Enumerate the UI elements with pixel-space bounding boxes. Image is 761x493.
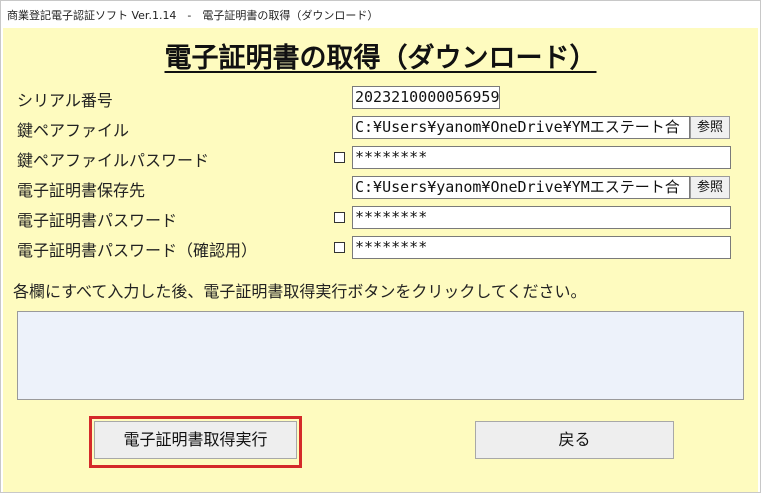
cert-password-show-checkbox[interactable] bbox=[334, 212, 345, 223]
cert-password-confirm-field[interactable]: ******** bbox=[352, 236, 731, 259]
keypair-password-show-checkbox[interactable] bbox=[334, 152, 345, 163]
instruction-text: 各欄にすべて入力した後、電子証明書取得実行ボタンをクリックしてください。 bbox=[13, 282, 587, 301]
serial-number-field[interactable]: 2023210000056959 bbox=[352, 86, 500, 109]
keypair-password-field[interactable]: ******** bbox=[352, 146, 731, 169]
message-area[interactable] bbox=[17, 311, 744, 400]
keypair-file-browse-button[interactable]: 参照 bbox=[690, 116, 730, 139]
keypair-password-label: 鍵ペアファイルパスワード bbox=[17, 151, 210, 170]
back-button[interactable]: 戻る bbox=[475, 421, 674, 459]
cert-save-dest-label: 電子証明書保存先 bbox=[17, 181, 146, 200]
cert-save-dest-path-field[interactable]: C:¥Users¥yanom¥OneDrive¥YMエステート合 bbox=[352, 176, 690, 199]
page-title: 電子証明書の取得（ダウンロード） bbox=[3, 36, 758, 75]
cert-password-field[interactable]: ******** bbox=[352, 206, 731, 229]
serial-number-label: シリアル番号 bbox=[17, 91, 113, 110]
app-window: 商業登記電子認証ソフト Ver.1.14 - 電子証明書の取得（ダウンロード） … bbox=[0, 0, 761, 493]
client-area: 電子証明書の取得（ダウンロード） シリアル番号 2023210000056959… bbox=[3, 28, 758, 492]
cert-password-confirm-show-checkbox[interactable] bbox=[334, 242, 345, 253]
page-title-text: 電子証明書の取得（ダウンロード） bbox=[164, 43, 597, 74]
title-bar[interactable]: 商業登記電子認証ソフト Ver.1.14 - 電子証明書の取得（ダウンロード） bbox=[1, 1, 760, 28]
cert-save-dest-browse-button[interactable]: 参照 bbox=[690, 176, 730, 199]
cert-password-confirm-label: 電子証明書パスワード（確認用） bbox=[17, 241, 258, 260]
keypair-file-path-field[interactable]: C:¥Users¥yanom¥OneDrive¥YMエステート合 bbox=[352, 116, 690, 139]
execute-download-button[interactable]: 電子証明書取得実行 bbox=[94, 421, 297, 459]
cert-password-label: 電子証明書パスワード bbox=[17, 211, 178, 230]
window-title: 商業登記電子認証ソフト Ver.1.14 - 電子証明書の取得（ダウンロード） bbox=[7, 8, 379, 22]
keypair-file-label: 鍵ペアファイル bbox=[17, 121, 130, 140]
